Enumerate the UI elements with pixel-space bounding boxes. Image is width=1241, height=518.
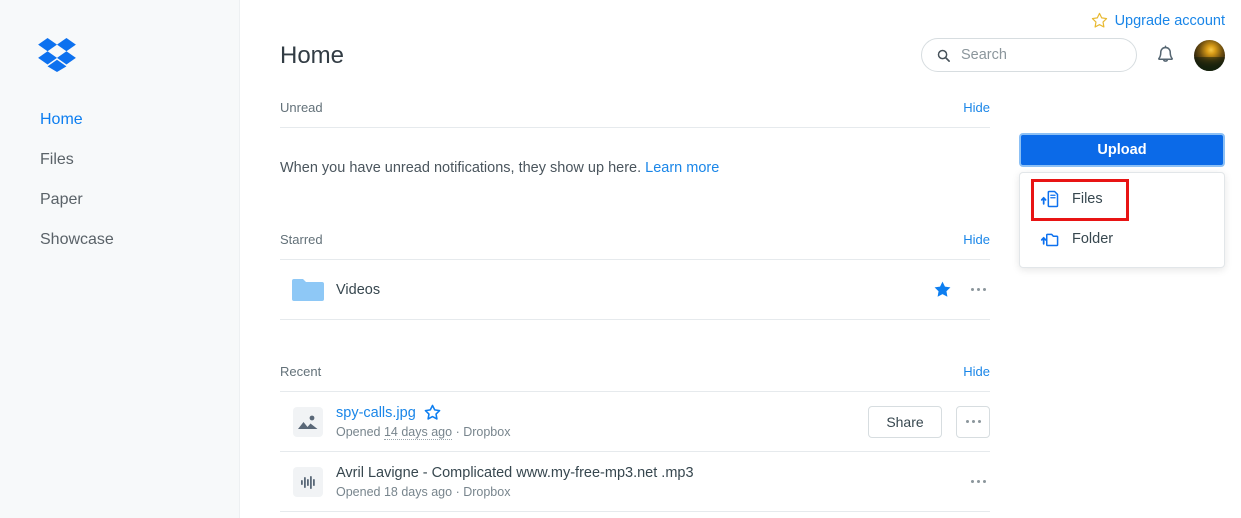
sidebar-item-showcase[interactable]: Showcase (0, 220, 239, 260)
section-header-unread: Unread Hide (280, 100, 990, 128)
hide-starred-link[interactable]: Hide (963, 232, 990, 247)
dropbox-home-page: Home Files Paper Showcase Home Unread Hi… (0, 0, 1241, 518)
menu-item-files-label: Files (1072, 191, 1103, 207)
menu-item-folder[interactable]: Folder (1020, 219, 1224, 259)
file-name-link[interactable]: spy-calls.jpg (336, 405, 416, 421)
search-box[interactable] (921, 38, 1137, 72)
file-info-cell: Avril Lavigne - Complicated www.my-free-… (336, 465, 966, 499)
row-actions (966, 470, 990, 494)
search-icon (936, 48, 951, 63)
file-title-line: Avril Lavigne - Complicated www.my-free-… (336, 465, 966, 481)
file-name[interactable]: Avril Lavigne - Complicated www.my-free-… (336, 465, 694, 481)
table-row[interactable]: Videos (280, 260, 990, 320)
menu-item-folder-label: Folder (1072, 231, 1114, 247)
opened-prefix: Opened (336, 484, 381, 499)
hide-recent-link[interactable]: Hide (963, 364, 990, 379)
row-overflow-menu-button[interactable] (956, 405, 990, 438)
file-location: Dropbox (463, 425, 511, 439)
ellipsis-icon (970, 288, 986, 291)
sidebar-nav: Home Files Paper Showcase (0, 100, 239, 260)
meta-separator: · (455, 425, 460, 439)
upload-button[interactable]: Upload (1019, 133, 1225, 167)
unread-empty-text: When you have unread notifications, they… (280, 160, 642, 176)
upload-folder-icon (1040, 229, 1060, 249)
meta-separator: · (455, 484, 460, 499)
opened-prefix: Opened (336, 425, 381, 439)
unread-empty-message: When you have unread notifications, they… (280, 128, 990, 176)
upload-file-icon (1040, 189, 1060, 209)
section-header-starred: Starred Hide (280, 232, 990, 260)
section-header-recent: Recent Hide (280, 364, 990, 392)
hide-unread-link[interactable]: Hide (963, 100, 990, 115)
sidebar-item-files[interactable]: Files (0, 140, 239, 180)
folder-name-cell: Videos (336, 281, 933, 299)
star-filled-icon[interactable] (933, 280, 952, 299)
table-row[interactable]: Avril Lavigne - Complicated www.my-free-… (280, 452, 990, 512)
content-column: Unread Hide When you have unread notific… (280, 100, 990, 512)
row-actions (933, 278, 990, 302)
file-location: Dropbox (463, 484, 511, 499)
table-row[interactable]: spy-calls.jpg Opened 14 days ago · Dropb… (280, 392, 990, 452)
folder-icon (280, 277, 336, 303)
folder-name: Videos (336, 281, 381, 298)
dropbox-logo-icon[interactable] (38, 38, 76, 72)
upload-dropdown-menu: Files Folder (1019, 172, 1225, 268)
row-overflow-menu-button[interactable] (966, 278, 990, 302)
bell-icon[interactable] (1155, 44, 1176, 66)
upgrade-account-label[interactable]: Upgrade account (1115, 13, 1225, 29)
row-actions: Share (868, 405, 990, 438)
star-outline-icon[interactable] (424, 404, 441, 421)
opened-when[interactable]: 14 days ago (383, 425, 453, 440)
file-meta: Opened 14 days ago · Dropbox (336, 425, 868, 440)
file-title-line: spy-calls.jpg (336, 404, 868, 421)
section-title-starred: Starred (280, 232, 323, 247)
sidebar: Home Files Paper Showcase (0, 0, 240, 518)
avatar[interactable] (1194, 39, 1225, 71)
share-button[interactable]: Share (868, 405, 942, 438)
ellipsis-icon (965, 420, 981, 423)
upgrade-account-link[interactable]: Upgrade account (1091, 12, 1225, 29)
row-overflow-menu-button[interactable] (966, 470, 990, 494)
header-controls (921, 38, 1225, 72)
star-outline-icon (1091, 12, 1108, 29)
opened-when: 18 days ago (383, 484, 453, 499)
file-info-cell: spy-calls.jpg Opened 14 days ago · Dropb… (336, 404, 868, 440)
page-title: Home (280, 42, 345, 69)
section-title-unread: Unread (280, 100, 323, 115)
image-file-icon (280, 406, 336, 437)
search-input[interactable] (961, 47, 1121, 63)
sidebar-item-home[interactable]: Home (0, 100, 239, 140)
section-title-recent: Recent (280, 364, 322, 379)
file-meta: Opened 18 days ago · Dropbox (336, 485, 966, 499)
ellipsis-icon (970, 480, 986, 483)
menu-item-files[interactable]: Files (1020, 179, 1224, 219)
learn-more-link[interactable]: Learn more (645, 160, 719, 176)
sidebar-item-paper[interactable]: Paper (0, 180, 239, 220)
upload-widget: Upload Files Folder (1019, 133, 1225, 268)
audio-file-icon (280, 466, 336, 497)
